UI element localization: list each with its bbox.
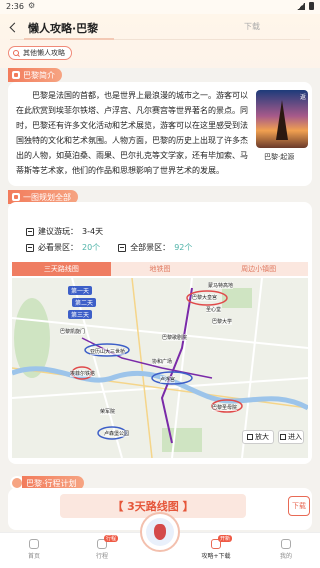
expand-icon [247, 434, 253, 440]
map-label: 巴黎大皇宫 [192, 294, 218, 301]
spot-icon [118, 243, 127, 252]
map-label: 巴黎凯旋门 [60, 328, 86, 335]
map-label: 巴黎大学 [212, 318, 233, 325]
paris-image[interactable]: 返 [256, 90, 308, 148]
nav-trip-label: 行程 [95, 553, 108, 560]
nav-trip[interactable]: 行程 行程 [82, 535, 122, 560]
status-indicators [297, 2, 314, 10]
must-see-label: 必看景区： [38, 243, 78, 252]
suggested-days-label: 建议游玩： [38, 227, 78, 236]
title-underline [10, 38, 310, 40]
route-map[interactable]: 第一天 第二天 第三天 巴黎大皇宫 巴黎大学 巴黎凯旋门 亚历山大三世桥 协和广… [12, 278, 308, 458]
all-spots-label: 全部景区： [130, 243, 171, 252]
nav-mine[interactable]: 我的 [266, 539, 306, 560]
map-label: 卢浮宫 [160, 376, 176, 383]
intro-card: 巴黎是法国的首都，也是世界上最浪漫的城市之一。游客可以在此欣赏到埃菲尔铁塔、卢浮… [8, 82, 312, 186]
intro-text: 巴黎是法国的首都，也是世界上最浪漫的城市之一。游客可以在此欣赏到埃菲尔铁塔、卢浮… [16, 91, 248, 175]
nav-guide-download[interactable]: 开新 攻略+下载 [196, 535, 236, 560]
nav-home[interactable]: 首页 [14, 539, 54, 560]
back-arrow-icon[interactable] [6, 20, 22, 36]
zoom-button[interactable]: 放大 [242, 430, 274, 444]
suggested-days-row: 建议游玩： 3-4天 [26, 226, 103, 237]
other-guides-label: 其他懒人攻略 [23, 49, 65, 57]
image-caption: 巴黎·起源 [264, 153, 295, 161]
settings-icon: ⚙ [28, 1, 36, 10]
status-bar: 2:36 ⚙ [0, 0, 320, 14]
tab-metro-map[interactable]: 地铁图 [110, 262, 210, 276]
enter-label: 进入 [288, 433, 302, 441]
other-guides-button[interactable]: 其他懒人攻略 [8, 46, 72, 60]
day-tag-3: 第三天 [68, 310, 93, 319]
day-tag-1: 第一天 [68, 286, 93, 295]
home-icon [29, 539, 39, 549]
day-tag-2: 第二天 [72, 298, 97, 307]
guide-badge: 开新 [218, 535, 233, 542]
map-tabs: 三天路线图 地铁图 周边小镇图 [12, 262, 309, 276]
suggested-days-value: 3-4天 [82, 227, 104, 236]
map-label: 埃菲尔铁塔 [70, 370, 96, 377]
all-spots-value: 92个 [174, 243, 193, 252]
page-title: 懒人攻略·巴黎 [28, 22, 99, 35]
enter-button[interactable]: 进入 [278, 430, 304, 444]
schedule-tag-label: 巴黎·行程计划 [26, 478, 77, 488]
mascot-icon [146, 518, 174, 546]
center-avatar-button[interactable] [140, 512, 180, 552]
tab-nearby-towns[interactable]: 周边小镇图 [209, 262, 309, 276]
zoom-label: 放大 [255, 433, 269, 441]
schedule-download-button[interactable]: 下载 [288, 496, 310, 516]
map-label: 亚历山大三世桥 [90, 348, 126, 355]
intro-section-tag: 巴黎简介 [8, 68, 62, 82]
map-label: 巴黎歌剧院 [162, 334, 188, 341]
plan-tag-label: 一图规划全部 [23, 192, 71, 202]
map-label: 卢森堡公园 [104, 430, 130, 437]
status-time: 2:36 [6, 2, 24, 11]
spot-icon [26, 243, 34, 252]
map-icon [12, 193, 20, 201]
must-see-value: 20个 [82, 243, 101, 252]
nav-home-label: 首页 [27, 553, 40, 560]
spots-row: 必看景区： 20个 全部景区： 92个 [26, 242, 192, 253]
download-tab[interactable]: 下载 [244, 21, 260, 32]
image-badge: 返 [299, 94, 306, 101]
profile-icon [281, 539, 291, 549]
search-icon [13, 49, 20, 57]
map-label: 荣军院 [100, 408, 116, 415]
tab-three-day-route[interactable]: 三天路线图 [12, 262, 111, 276]
header: 懒人攻略·巴黎 下载 其他懒人攻略 [0, 14, 320, 68]
map-label: 巴黎圣母院 [212, 404, 238, 411]
battery-icon [309, 2, 314, 10]
nav-mine-label: 我的 [279, 553, 292, 560]
trip-badge: 行程 [104, 535, 119, 542]
eiffel-tower-image [276, 100, 288, 140]
book-icon [12, 71, 20, 79]
map-label: 圣心堂 [206, 306, 222, 313]
intro-tag-label: 巴黎简介 [23, 70, 55, 80]
calendar-icon [26, 227, 34, 236]
enter-icon [280, 434, 286, 440]
map-label: 蒙马特高地 [208, 282, 234, 289]
signal-icon [297, 2, 305, 10]
map-label: 协和广场 [152, 358, 173, 365]
plan-card: 建议游玩： 3-4天 必看景区： 20个 全部景区： 92个 三天路线图 地铁图… [8, 202, 312, 464]
nav-guide-label: 攻略+下载 [201, 553, 231, 560]
